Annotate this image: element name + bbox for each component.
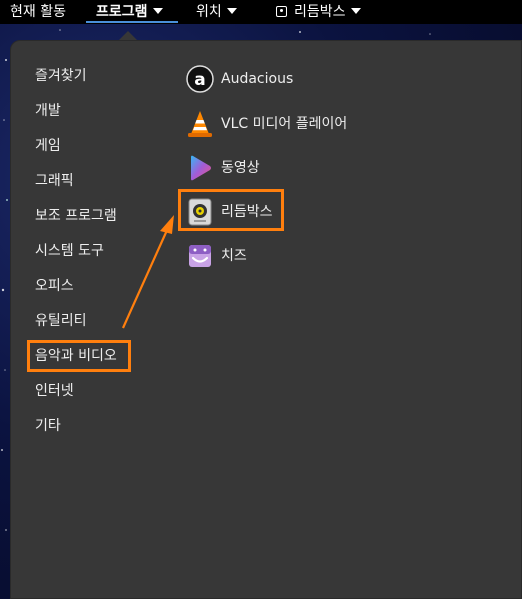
app-label: 리듬박스 — [221, 204, 273, 220]
app-label: VLC 미디어 플레이어 — [221, 116, 348, 132]
cheese-icon — [189, 245, 211, 267]
category-utilities[interactable]: 유틸리티 — [35, 309, 87, 333]
rhythmbox-icon — [188, 198, 212, 226]
app-label: 동영상 — [221, 160, 260, 176]
category-favorites[interactable]: 즐겨찾기 — [35, 64, 87, 88]
active-menu-underline — [86, 21, 178, 23]
rhythmbox-tray-icon — [276, 5, 287, 17]
category-graphics[interactable]: 그래픽 — [35, 169, 74, 193]
activities-button[interactable]: 현재 활동 — [10, 0, 66, 24]
vlc-icon — [188, 111, 212, 137]
app-indicator-label: 리듬박스 — [294, 4, 346, 20]
top-bar: 현재 활동 프로그램 위치 리듬박스 — [0, 0, 522, 24]
app-videos[interactable]: 동영상 — [179, 150, 379, 186]
audacious-icon: a — [186, 65, 214, 93]
category-development[interactable]: 개발 — [35, 99, 61, 123]
app-label: Audacious — [221, 71, 294, 87]
app-cheese[interactable]: 치즈 — [179, 238, 379, 274]
category-system-tools[interactable]: 시스템 도구 — [35, 239, 104, 263]
app-rhythmbox[interactable]: 리듬박스 — [179, 194, 279, 230]
chevron-down-icon — [152, 8, 163, 14]
category-office[interactable]: 오피스 — [35, 274, 74, 298]
category-accessories[interactable]: 보조 프로그램 — [35, 204, 117, 228]
places-menu-button[interactable]: 위치 — [196, 0, 237, 24]
app-indicator-button[interactable]: 리듬박스 — [276, 0, 361, 24]
places-label: 위치 — [196, 4, 222, 20]
chevron-down-icon — [350, 8, 361, 14]
category-other[interactable]: 기타 — [35, 414, 61, 438]
programs-label: 프로그램 — [96, 4, 148, 20]
svg-text:a: a — [194, 70, 205, 90]
app-vlc[interactable]: VLC 미디어 플레이어 — [179, 106, 379, 142]
category-games[interactable]: 게임 — [35, 134, 61, 158]
applications-menu: 즐겨찾기 개발 게임 그래픽 보조 프로그램 시스템 도구 오피스 유틸리티 음… — [10, 40, 522, 599]
videos-icon — [191, 155, 211, 181]
app-audacious[interactable]: a Audacious — [179, 61, 379, 97]
category-sound-video[interactable]: 음악과 비디오 — [35, 344, 117, 368]
category-internet[interactable]: 인터넷 — [35, 379, 74, 403]
app-label: 치즈 — [221, 248, 247, 264]
chevron-down-icon — [226, 8, 237, 14]
